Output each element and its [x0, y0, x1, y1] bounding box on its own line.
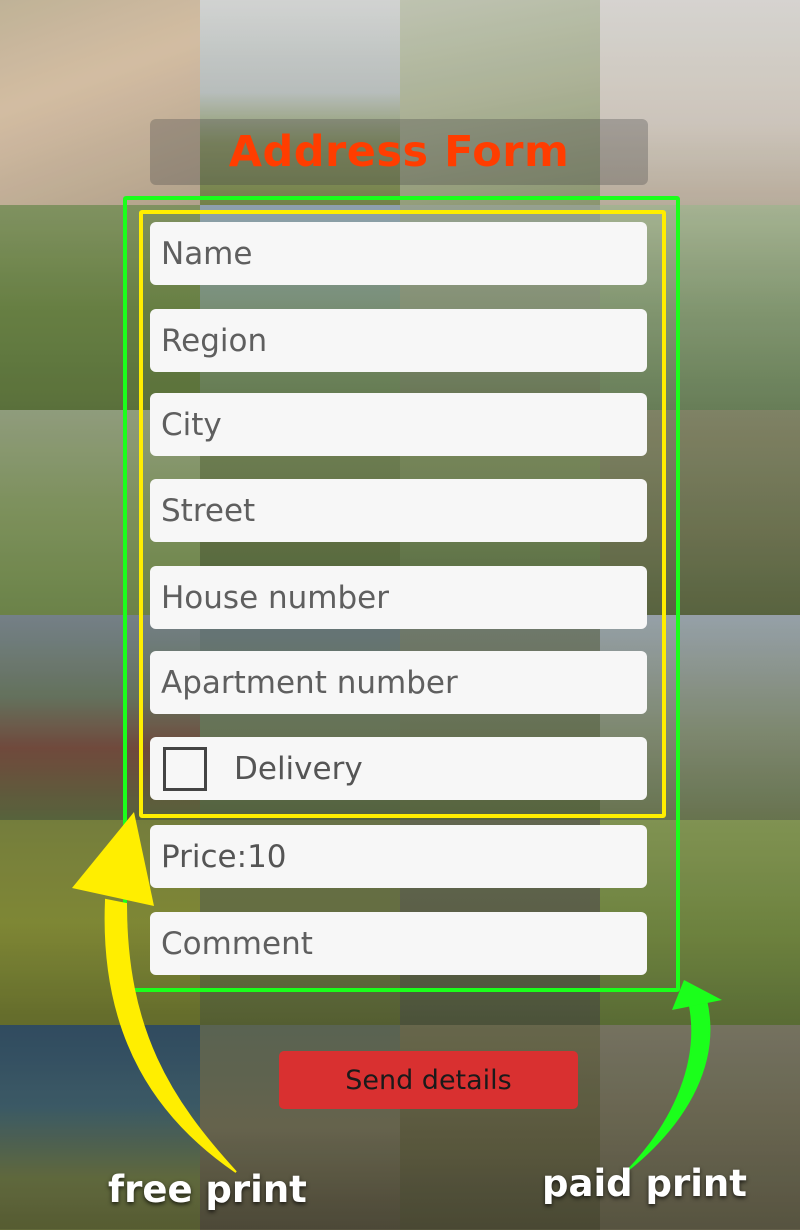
name-field[interactable] [150, 222, 647, 285]
street-field[interactable] [150, 479, 647, 542]
delivery-checkbox[interactable] [163, 746, 207, 791]
price-display: Price:10 [150, 825, 647, 888]
form-header: Address Form [150, 119, 648, 185]
comment-field[interactable] [150, 912, 647, 975]
send-details-button[interactable]: Send details [279, 1051, 578, 1109]
region-field[interactable] [150, 309, 647, 372]
delivery-option[interactable]: Delivery [150, 737, 647, 800]
house-number-field[interactable] [150, 566, 647, 629]
free-print-caption: free print [108, 1168, 307, 1211]
city-field[interactable] [150, 393, 647, 456]
price-value: Price:10 [161, 838, 287, 875]
paid-print-caption: paid print [542, 1162, 747, 1205]
page-title: Address Form [228, 127, 570, 177]
apartment-number-field[interactable] [150, 651, 647, 714]
delivery-label: Delivery [234, 750, 363, 787]
